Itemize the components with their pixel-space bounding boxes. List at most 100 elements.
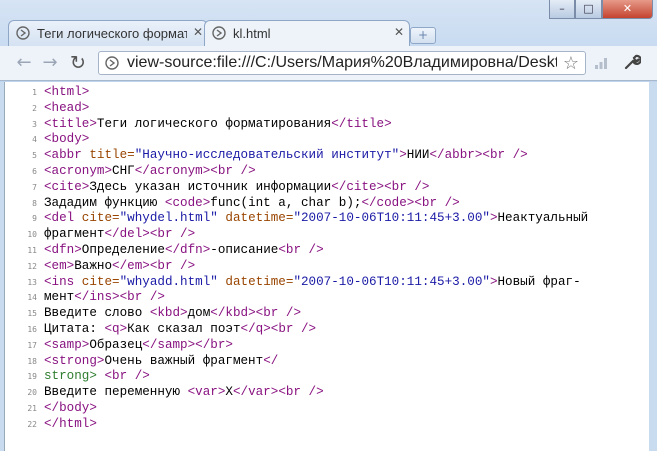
code-token: <br /> bbox=[278, 385, 324, 400]
code-token: Введите переменную bbox=[44, 385, 188, 400]
code-token: cite= bbox=[81, 211, 120, 226]
line-content: Цитата: <q>Как сказал поэт</q><br /> bbox=[44, 322, 316, 336]
code-token: <body> bbox=[44, 132, 90, 147]
code-token: мент bbox=[44, 290, 75, 305]
line-content: Зададим функцию <code>func(int a, char b… bbox=[44, 196, 460, 210]
source-line: 4 <body> bbox=[5, 132, 645, 148]
page-icon bbox=[105, 56, 119, 70]
new-tab-button[interactable]: + bbox=[410, 27, 436, 44]
line-number: 15 bbox=[27, 309, 37, 319]
toolbar: ← → ↻ view-source:file:///C:/Users/Мария… bbox=[0, 46, 657, 81]
code-token: НИИ bbox=[406, 148, 430, 163]
code-token: "whyadd.html" bbox=[119, 274, 218, 289]
line-content: <dfn>Определение</dfn>-описание<br /> bbox=[44, 243, 324, 257]
source-line: 1 <html> bbox=[5, 85, 645, 101]
forward-button[interactable]: → bbox=[40, 53, 60, 73]
line-content: фрагмент</del><br /> bbox=[44, 227, 195, 241]
address-bar[interactable]: view-source:file:///C:/Users/Мария%20Вла… bbox=[98, 51, 586, 75]
code-token: func(int a, char b); bbox=[210, 195, 362, 210]
source-line: 16 Цитата: <q>Как сказал поэт</q><br /> bbox=[5, 322, 645, 338]
code-token: <br /> bbox=[149, 258, 196, 273]
source-line: 17 <samp>Образец</samp></br> bbox=[5, 338, 645, 354]
line-content: <html> bbox=[44, 85, 89, 99]
line-number: 11 bbox=[27, 245, 37, 255]
code-token: "Научно-исследовательский институт" bbox=[134, 148, 400, 163]
line-number: 1 bbox=[32, 88, 37, 97]
line-content: <abbr title="Научно-исследовательский ин… bbox=[44, 148, 528, 162]
code-token: </em> bbox=[112, 258, 150, 273]
code-token: <br /> bbox=[119, 290, 165, 305]
tab-item[interactable]: kl.html ✕ bbox=[204, 20, 410, 47]
url-text[interactable]: view-source:file:///C:/Users/Мария%20Вла… bbox=[127, 54, 557, 72]
signal-icon[interactable] bbox=[594, 56, 608, 70]
code-token: <var> bbox=[187, 385, 226, 400]
source-line: 21 </body> bbox=[5, 401, 645, 417]
source-line: 18 <strong>Очень важный фрагмент</ bbox=[5, 354, 645, 370]
code-token: Как сказал поэт bbox=[127, 321, 241, 336]
code-token: <br /> bbox=[414, 195, 460, 210]
code-token: datetime= bbox=[225, 211, 294, 226]
code-token: Новый фраг- bbox=[497, 274, 581, 289]
code-token: </code> bbox=[361, 195, 415, 210]
code-token: </ bbox=[263, 353, 279, 368]
line-number: 9 bbox=[32, 214, 37, 224]
code-token: <del bbox=[44, 211, 82, 226]
maximize-button[interactable]: □ bbox=[575, 0, 602, 19]
back-button[interactable]: ← bbox=[14, 53, 34, 73]
source-line: 20 Введите переменную <var>X</var><br /> bbox=[5, 385, 645, 401]
code-token: <br /> bbox=[210, 163, 256, 178]
source-line: 8 Зададим функцию <code>func(int a, char … bbox=[5, 196, 645, 212]
wrench-icon[interactable] bbox=[623, 53, 641, 71]
code-token: Образец bbox=[89, 337, 143, 352]
code-token: <br /> bbox=[384, 179, 430, 194]
code-token: </var> bbox=[232, 385, 279, 400]
minimize-button[interactable]: – bbox=[549, 0, 575, 19]
line-number: 4 bbox=[32, 135, 37, 145]
code-token: title= bbox=[89, 148, 135, 163]
code-token: </del> bbox=[104, 227, 150, 242]
code-token: Здесь указан источник информации bbox=[89, 179, 332, 194]
line-number: 21 bbox=[27, 403, 37, 413]
close-icon[interactable]: ✕ bbox=[393, 26, 405, 38]
line-number: 6 bbox=[32, 166, 37, 176]
code-token: <q> bbox=[104, 321, 128, 336]
code-token: </cite> bbox=[331, 179, 385, 194]
tab-item[interactable]: Теги логического формат ✕ bbox=[8, 20, 208, 46]
source-viewer: 1 <html> 2 <head> 3 <title>Теги логического ф… bbox=[4, 82, 650, 451]
line-number: 5 bbox=[32, 151, 37, 161]
code-token: </html> bbox=[44, 416, 97, 431]
source-line: 2 <head> bbox=[5, 101, 645, 117]
line-content: <del cite="whydel.html" datetime="2007-1… bbox=[44, 211, 588, 225]
code-token: <br /> bbox=[278, 242, 324, 257]
reload-button[interactable]: ↻ bbox=[68, 53, 88, 73]
star-icon[interactable]: ☆ bbox=[563, 53, 579, 74]
code-token: <samp> bbox=[44, 337, 90, 352]
code-token: <br /> bbox=[104, 369, 150, 384]
line-content: <body> bbox=[44, 132, 89, 146]
code-token: Введите слово bbox=[44, 306, 150, 321]
code-token: <html> bbox=[44, 85, 90, 99]
line-number: 2 bbox=[32, 103, 37, 113]
code-token: </abbr> bbox=[429, 148, 483, 163]
line-number: 13 bbox=[27, 277, 37, 287]
code-token: <kbd> bbox=[149, 306, 188, 321]
code-token: </title> bbox=[331, 116, 392, 131]
code-token: <title> bbox=[44, 116, 97, 131]
source-line: 22 </html> bbox=[5, 417, 645, 433]
line-content: </body> bbox=[44, 401, 97, 415]
source-line: 13 <ins cite="whyadd.html" datetime="2007… bbox=[5, 275, 645, 291]
line-content: Введите переменную <var>X</var><br /> bbox=[44, 385, 324, 399]
close-window-button[interactable]: ✕ bbox=[602, 0, 653, 19]
line-number: 19 bbox=[27, 372, 37, 382]
code-token: "whydel.html" bbox=[119, 211, 218, 226]
code-token: > bbox=[399, 148, 407, 163]
source-line: 10 фрагмент</del><br /> bbox=[5, 227, 645, 243]
code-token: <br /> bbox=[255, 306, 302, 321]
line-number: 12 bbox=[27, 261, 37, 271]
source-line: 5 <abbr title="Научно-исследовательский и… bbox=[5, 148, 645, 164]
code-token: <abbr bbox=[44, 148, 90, 163]
code-token: Неактуальный bbox=[497, 211, 589, 226]
close-icon[interactable]: ✕ bbox=[192, 26, 204, 38]
code-token: Важно bbox=[74, 258, 113, 273]
code-token: strong> bbox=[44, 369, 97, 384]
